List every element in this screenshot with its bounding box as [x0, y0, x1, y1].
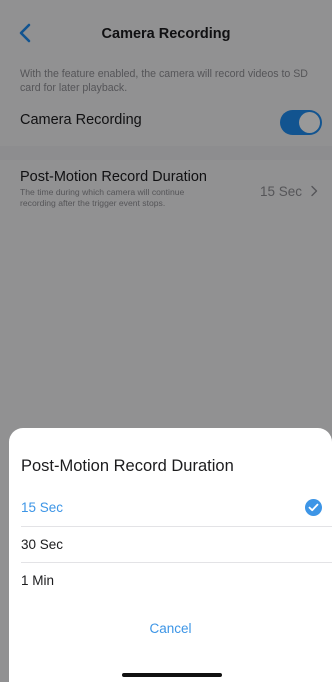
cancel-button[interactable]: Cancel [9, 612, 332, 646]
option-label: 1 Min [21, 573, 55, 588]
option-label: 30 Sec [21, 537, 64, 552]
option-15-sec[interactable]: 15 Sec [21, 490, 332, 526]
duration-picker-sheet: Post-Motion Record Duration 15 Sec 30 Se… [9, 428, 332, 682]
sheet-title: Post-Motion Record Duration [21, 457, 234, 475]
option-30-sec[interactable]: 30 Sec [21, 527, 332, 563]
camera-recording-screen: Camera Recording With the feature enable… [0, 0, 332, 682]
option-label: 15 Sec [21, 500, 64, 515]
option-1-min[interactable]: 1 Min [21, 563, 332, 599]
checkmark-circle-icon [305, 499, 322, 516]
home-indicator [122, 673, 222, 677]
